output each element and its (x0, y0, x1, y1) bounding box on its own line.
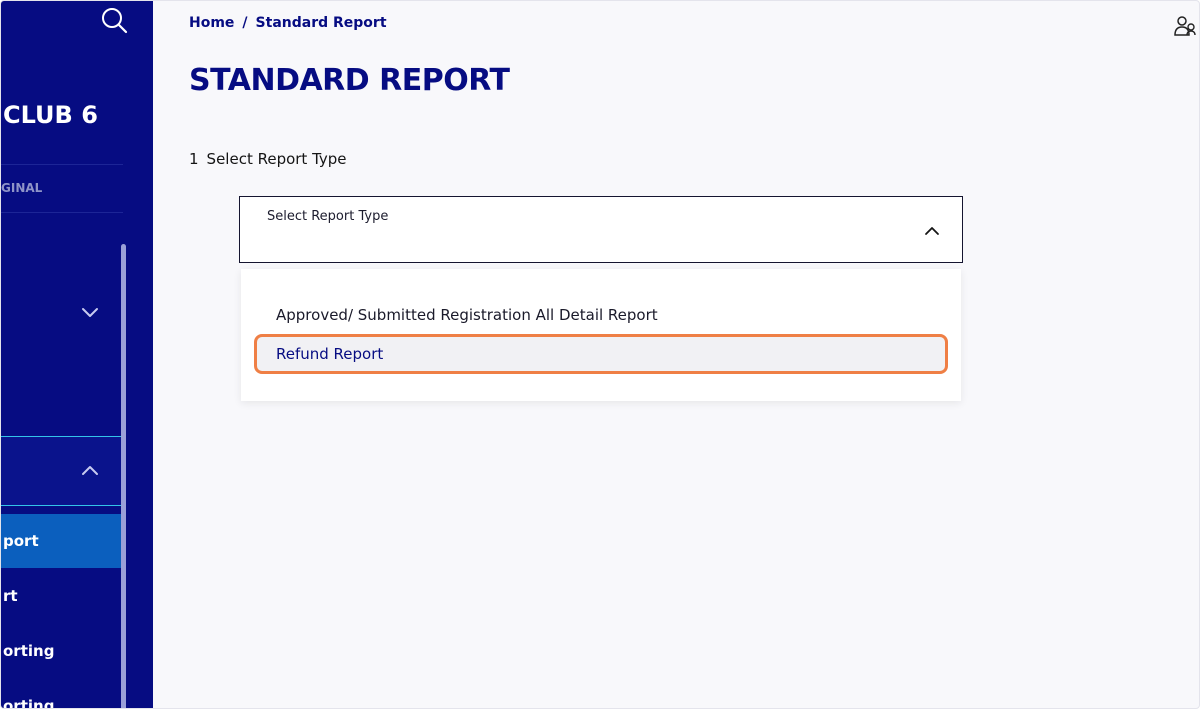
option-refund-report[interactable]: Refund Report (254, 334, 948, 374)
sidebar-item-report[interactable]: rt (1, 569, 122, 623)
club-subtitle: GINAL (1, 181, 43, 195)
option-approved-submitted-registration[interactable]: Approved/ Submitted Registration All Det… (254, 295, 948, 335)
step-label: Select Report Type (206, 150, 347, 168)
club-name: CLUB 6 (3, 101, 98, 129)
sidebar-section-reports[interactable] (1, 436, 122, 506)
sidebar-divider (1, 164, 123, 165)
sidebar-scrollbar[interactable] (121, 244, 126, 708)
chevron-up-icon[interactable] (924, 223, 940, 239)
breadcrumb-current: Standard Report (255, 15, 387, 31)
sidebar-divider (1, 212, 123, 213)
sidebar: CLUB 6 GINAL port rt orting orting (1, 1, 153, 708)
sidebar-item-standard-report[interactable]: port (1, 514, 122, 568)
breadcrumb-home[interactable]: Home (189, 15, 234, 31)
sidebar-item-reporting[interactable]: orting (1, 624, 122, 678)
page-title: STANDARD REPORT (189, 63, 510, 98)
step-number: 1 (189, 150, 199, 168)
user-group-icon[interactable] (1173, 14, 1197, 38)
breadcrumb-separator: / (242, 15, 248, 31)
report-type-dropdown: Approved/ Submitted Registration All Det… (241, 269, 961, 401)
app-window: CLUB 6 GINAL port rt orting orting Home … (0, 0, 1200, 709)
chevron-down-icon[interactable] (81, 303, 99, 321)
search-icon[interactable] (99, 5, 129, 35)
sidebar-item-reporting-2[interactable]: orting (1, 679, 122, 708)
chevron-up-icon[interactable] (81, 462, 99, 480)
select-label: Select Report Type (267, 209, 389, 224)
report-type-select[interactable]: Select Report Type (239, 196, 963, 263)
step-heading: 1 Select Report Type (189, 150, 347, 168)
breadcrumb: Home / Standard Report (189, 15, 387, 31)
